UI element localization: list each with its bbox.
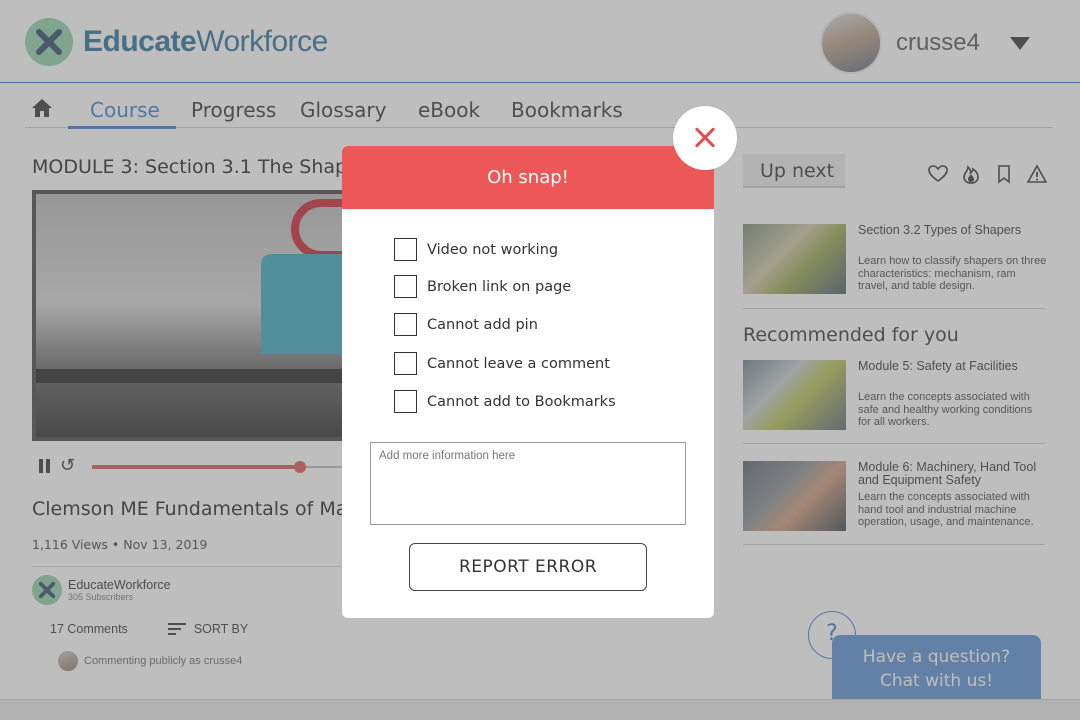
- report-error-dialog: Oh snap! Video not working Broken link o…: [342, 146, 714, 618]
- close-icon[interactable]: [673, 106, 737, 170]
- dialog-title: Oh snap!: [342, 146, 714, 209]
- option-label: Cannot add to Bookmarks: [427, 393, 616, 410]
- report-error-button[interactable]: REPORT ERROR: [409, 543, 647, 591]
- checkbox[interactable]: [394, 352, 417, 375]
- more-info-textarea[interactable]: [370, 442, 686, 525]
- option-label: Cannot leave a comment: [427, 355, 610, 372]
- option-label: Video not working: [427, 241, 559, 258]
- checkbox[interactable]: [394, 238, 417, 261]
- option-cannot-bookmark[interactable]: Cannot add to Bookmarks: [394, 390, 616, 413]
- checkbox[interactable]: [394, 390, 417, 413]
- option-cannot-comment[interactable]: Cannot leave a comment: [394, 352, 610, 375]
- option-video-not-working[interactable]: Video not working: [394, 238, 558, 261]
- checkbox[interactable]: [394, 313, 417, 336]
- option-broken-link[interactable]: Broken link on page: [394, 275, 571, 298]
- checkbox[interactable]: [394, 275, 417, 298]
- option-label: Cannot add pin: [427, 316, 538, 333]
- option-label: Broken link on page: [427, 278, 572, 295]
- option-cannot-add-pin[interactable]: Cannot add pin: [394, 313, 538, 336]
